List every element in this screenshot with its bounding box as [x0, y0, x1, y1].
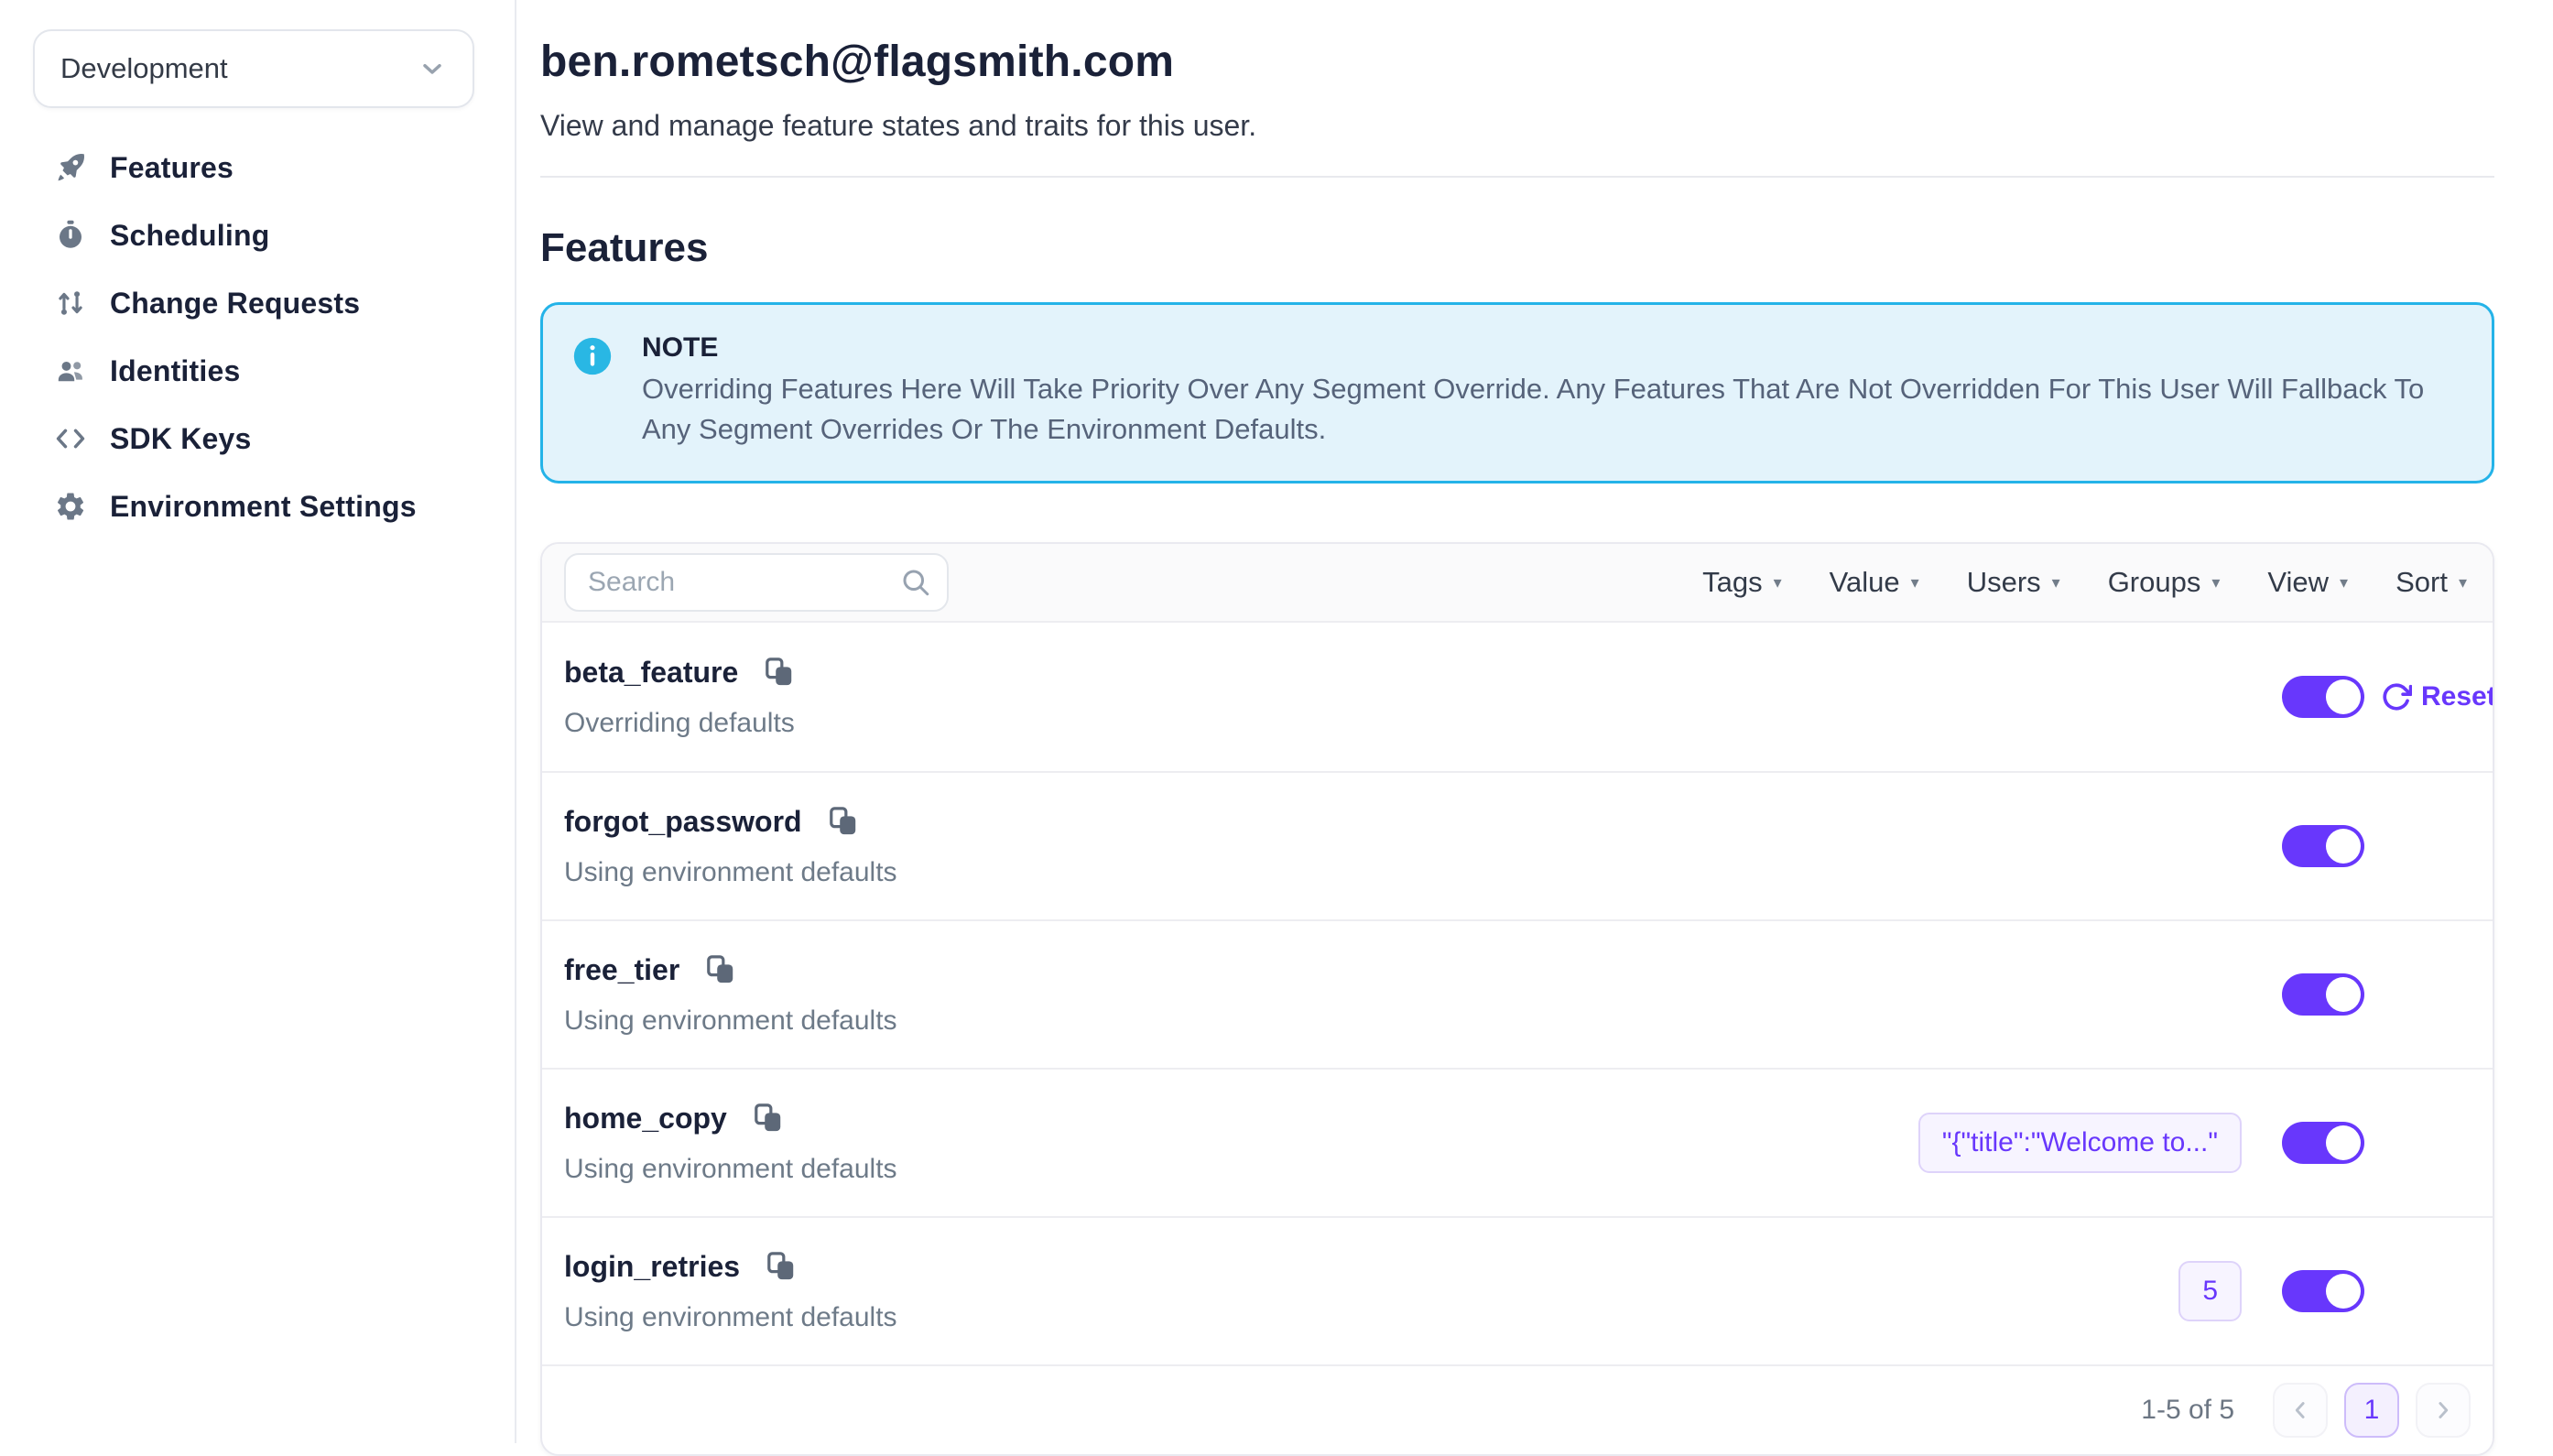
filter-tags[interactable]: Tags▾ [1702, 566, 1782, 599]
change-requests-icon [53, 286, 88, 321]
chevron-left-icon [2287, 1396, 2314, 1424]
stopwatch-icon [53, 218, 88, 253]
filter-bar: Tags▾ Value▾ Users▾ Groups▾ View▾ Sort▾ [1702, 566, 2471, 599]
environment-selector-value: Development [60, 52, 228, 85]
caret-down-icon: ▾ [2340, 574, 2348, 591]
features-section-heading: Features [540, 225, 2494, 271]
reset-icon [2381, 681, 2412, 712]
flagsmith-app: Development Features Scheduling Change R… [0, 0, 2553, 1443]
feature-status: Using environment defaults [564, 1154, 897, 1185]
next-page-button[interactable] [2416, 1383, 2471, 1438]
environment-selector[interactable]: Development [33, 29, 474, 108]
code-icon [53, 421, 88, 456]
feature-row-home_copy[interactable]: home_copy Using environment defaults "{"… [542, 1068, 2493, 1216]
sidebar-item-scheduling[interactable]: Scheduling [0, 201, 515, 269]
chevron-down-icon [418, 54, 447, 83]
feature-status: Using environment defaults [564, 1302, 897, 1333]
identities-icon [53, 353, 88, 388]
page-1-button[interactable]: 1 [2344, 1383, 2399, 1438]
feature-toggle[interactable] [2282, 676, 2364, 718]
page-title: ben.rometsch@flagsmith.com [540, 37, 2494, 87]
feature-list: beta_feature Overriding defaults Reset f… [542, 623, 2493, 1364]
sidebar-item-change-requests[interactable]: Change Requests [0, 269, 515, 337]
gear-icon [53, 489, 88, 524]
search-icon [899, 566, 932, 599]
feature-row-free_tier[interactable]: free_tier Using environment defaults [542, 919, 2493, 1068]
note-text: Overriding Features Here Will Take Prior… [642, 369, 2462, 450]
chevron-right-icon [2429, 1396, 2457, 1424]
caret-down-icon: ▾ [1774, 574, 1782, 591]
sidebar: Development Features Scheduling Change R… [0, 0, 516, 1443]
sidebar-nav: Features Scheduling Change Requests Iden… [0, 134, 515, 540]
copy-icon[interactable] [766, 1251, 797, 1282]
page-subtitle: View and manage feature states and trait… [540, 109, 2494, 143]
feature-value-chip: 5 [2178, 1261, 2242, 1321]
feature-status: Using environment defaults [564, 857, 897, 888]
copy-icon[interactable] [764, 657, 795, 688]
feature-toggle[interactable] [2282, 973, 2364, 1016]
reset-button[interactable]: Reset [2381, 681, 2494, 712]
info-icon [572, 336, 613, 376]
feature-row-login_retries[interactable]: login_retries Using environment defaults… [542, 1216, 2493, 1364]
copy-icon[interactable] [705, 954, 736, 985]
feature-name: login_retries [564, 1250, 740, 1284]
sidebar-item-features[interactable]: Features [0, 134, 515, 201]
feature-status: Using environment defaults [564, 1005, 897, 1037]
main-content: ben.rometsch@flagsmith.com View and mana… [518, 0, 2553, 1443]
feature-name: home_copy [564, 1102, 727, 1135]
feature-name: beta_feature [564, 656, 738, 690]
features-panel: Tags▾ Value▾ Users▾ Groups▾ View▾ Sort▾ beta_… [540, 542, 2494, 1456]
note-banner: NOTE Overriding Features Here Will Take … [540, 302, 2494, 484]
reset-label: Reset [2421, 681, 2494, 712]
caret-down-icon: ▾ [2211, 574, 2220, 591]
feature-row-beta_feature[interactable]: beta_feature Overriding defaults Reset [542, 623, 2493, 771]
pagination: 1-5 of 5 1 [542, 1364, 2493, 1454]
caret-down-icon: ▾ [2052, 574, 2060, 591]
feature-toggle[interactable] [2282, 1270, 2364, 1312]
sidebar-item-identities[interactable]: Identities [0, 337, 515, 405]
features-toolbar: Tags▾ Value▾ Users▾ Groups▾ View▾ Sort▾ [542, 544, 2493, 623]
caret-down-icon: ▾ [1911, 574, 1919, 591]
sidebar-item-environment-settings[interactable]: Environment Settings [0, 473, 515, 540]
feature-status: Overriding defaults [564, 708, 795, 739]
filter-value[interactable]: Value▾ [1830, 566, 1919, 599]
feature-value-chip: "{"title":"Welcome to..." [1918, 1113, 2242, 1173]
copy-icon[interactable] [753, 1103, 784, 1134]
copy-icon[interactable] [828, 806, 859, 837]
note-label: NOTE [642, 332, 2462, 364]
feature-toggle[interactable] [2282, 1122, 2364, 1164]
sidebar-item-sdk-keys[interactable]: SDK Keys [0, 405, 515, 473]
prev-page-button[interactable] [2273, 1383, 2328, 1438]
feature-name: free_tier [564, 953, 679, 987]
filter-users[interactable]: Users▾ [1967, 566, 2060, 599]
caret-down-icon: ▾ [2459, 574, 2467, 591]
filter-sort[interactable]: Sort▾ [2395, 566, 2467, 599]
search-input[interactable] [564, 553, 949, 612]
rocket-icon [53, 150, 88, 185]
header-divider [540, 176, 2494, 178]
feature-name: forgot_password [564, 805, 802, 839]
pagination-summary: 1-5 of 5 [2141, 1395, 2234, 1426]
feature-toggle[interactable] [2282, 825, 2364, 867]
feature-row-forgot_password[interactable]: forgot_password Using environment defaul… [542, 771, 2493, 919]
filter-view[interactable]: View▾ [2267, 566, 2348, 599]
filter-groups[interactable]: Groups▾ [2108, 566, 2221, 599]
